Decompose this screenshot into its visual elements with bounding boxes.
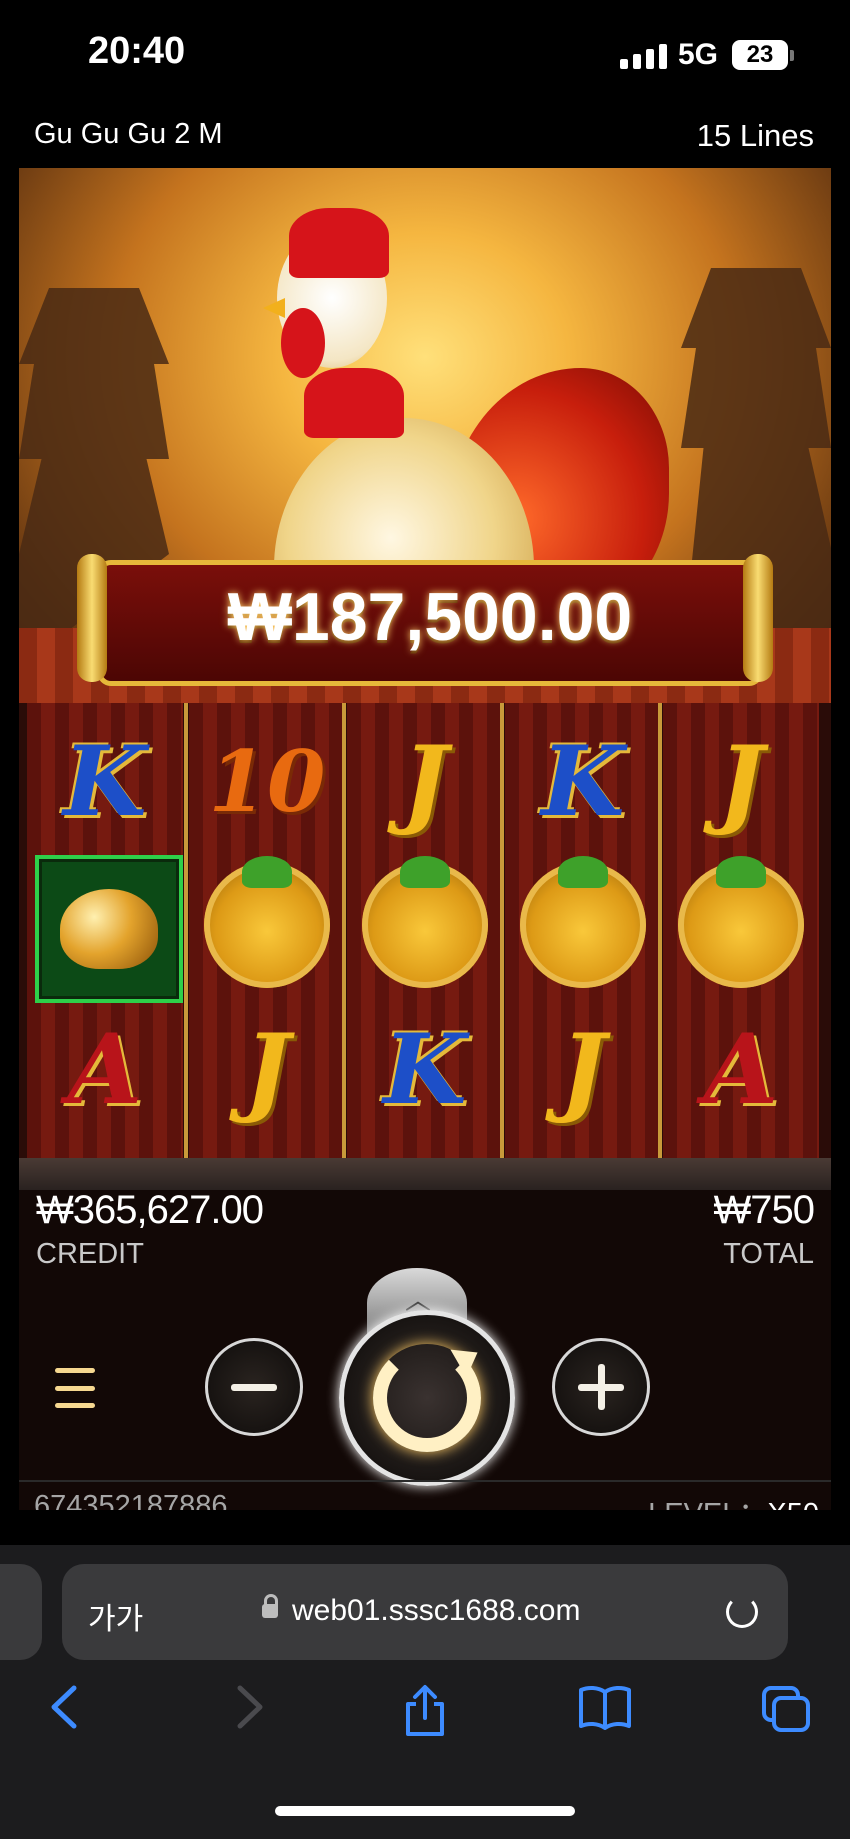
- golden-eggs-icon: [60, 889, 158, 969]
- reel-divider: [658, 703, 662, 1158]
- symbol-a: A: [703, 1012, 779, 1126]
- symbol-j: J: [402, 724, 448, 838]
- pineapple-icon: [362, 856, 488, 988]
- previous-tab-peek[interactable]: [0, 1564, 42, 1660]
- reels: K A 10 J J K K J J A: [19, 703, 831, 1158]
- symbol-k: K: [541, 724, 625, 838]
- rooster-crest: [289, 208, 389, 278]
- forward-icon[interactable]: [232, 1684, 268, 1741]
- reader-settings-button[interactable]: 가가: [88, 1594, 143, 1638]
- pineapple-icon: [520, 856, 646, 988]
- signal-icon: [620, 44, 667, 69]
- minus-icon: [231, 1383, 277, 1391]
- menu-bar: [55, 1385, 95, 1391]
- status-time: 20:40: [88, 30, 186, 72]
- credit-label: CREDIT: [36, 1238, 144, 1270]
- back-icon[interactable]: [46, 1684, 82, 1741]
- symbol-a: A: [67, 1012, 143, 1126]
- pineapple-icon: [204, 856, 330, 988]
- credit-value: ₩365,627.00: [36, 1188, 264, 1232]
- rooster-beak: [263, 298, 285, 318]
- win-amount: ₩187,500.00: [227, 579, 633, 655]
- battery-icon: 23: [732, 40, 788, 70]
- bet-decrease-button[interactable]: [205, 1338, 303, 1436]
- reel-floor: [19, 1158, 831, 1190]
- level-display: LEVEL：X50: [648, 1490, 819, 1510]
- lock-icon: [262, 1604, 278, 1618]
- url-text[interactable]: web01.sssc1688.com: [292, 1594, 581, 1628]
- share-icon[interactable]: [402, 1684, 448, 1749]
- reel-divider: [500, 703, 504, 1158]
- menu-bar: [55, 1368, 95, 1373]
- symbol-j: J: [244, 1012, 290, 1126]
- level-label: LEVEL：: [648, 1498, 767, 1510]
- symbol-j: J: [560, 1012, 606, 1126]
- total-label: TOTAL: [723, 1238, 814, 1270]
- spin-icon: [373, 1344, 481, 1452]
- divider: [19, 1480, 831, 1482]
- symbol-j: J: [718, 724, 764, 838]
- game-title: Gu Gu Gu 2 M: [34, 118, 223, 150]
- total-value: ₩750: [713, 1188, 815, 1232]
- symbol-k: K: [63, 724, 147, 838]
- spin-button[interactable]: [339, 1310, 515, 1486]
- rooster-comb: [304, 368, 404, 438]
- pineapple-symbol-icon: [197, 855, 337, 995]
- tabs-icon[interactable]: [760, 1684, 812, 1745]
- pineapple-symbol-icon: [671, 855, 811, 995]
- pineapple-symbol-icon: [355, 855, 495, 995]
- game-id: 674352187886: [34, 1490, 228, 1510]
- network-label: 5G: [678, 38, 719, 71]
- level-value: X50: [767, 1498, 819, 1510]
- symbol-k: K: [383, 1012, 467, 1126]
- symbol-10: 10: [208, 731, 326, 831]
- golden-eggs-symbol-icon: [35, 855, 183, 1003]
- pineapple-symbol-icon: [513, 855, 653, 995]
- plus-icon: [578, 1364, 624, 1410]
- menu-bar: [55, 1403, 95, 1408]
- reel-divider: [184, 703, 188, 1158]
- reload-icon[interactable]: [726, 1596, 758, 1628]
- game-canvas[interactable]: ₩187,500.00 K A 10 J J K K J J A ₩365,627.00 CRED…: [19, 168, 831, 1510]
- reel-divider: [342, 703, 346, 1158]
- home-indicator: [275, 1806, 575, 1816]
- pineapple-icon: [678, 856, 804, 988]
- bookmarks-icon[interactable]: [578, 1684, 632, 1741]
- bet-increase-button[interactable]: [552, 1338, 650, 1436]
- rooster-wattle: [281, 308, 325, 378]
- lines-label: 15 Lines: [696, 118, 814, 153]
- battery-tip: [790, 50, 794, 61]
- menu-icon[interactable]: [55, 1368, 95, 1408]
